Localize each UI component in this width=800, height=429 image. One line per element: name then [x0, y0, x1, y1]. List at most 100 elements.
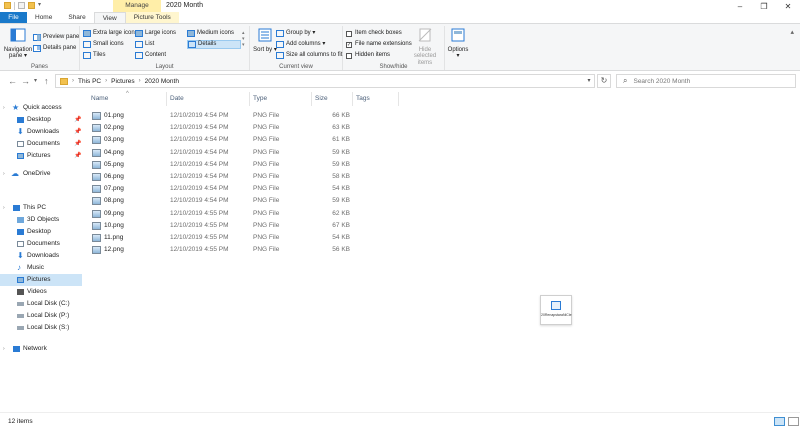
nav-item-label: Local Disk (S:) — [27, 324, 70, 331]
nav-this-pc[interactable]: › This PC — [0, 202, 82, 214]
preview-pane-button[interactable]: Preview pane — [33, 33, 79, 42]
panes-group: Navigation pane ▾ Preview pane Details p… — [0, 26, 80, 70]
table-row[interactable]: 09.png 12/10/2019 4:55 PM PNG File 62 KB — [88, 208, 368, 220]
breadcrumb-pictures[interactable]: Pictures — [111, 78, 134, 85]
new-folder-icon[interactable] — [28, 2, 35, 9]
nav-pc-videos[interactable]: Videos — [0, 286, 82, 298]
layout-small-icons[interactable]: Small icons — [83, 40, 124, 49]
layout-medium-icons[interactable]: Medium icons — [187, 29, 234, 38]
options-button[interactable]: Options ▾ — [447, 28, 469, 60]
nav-network[interactable]: › Network — [0, 343, 82, 355]
sort-by-button[interactable]: Sort by ▾ — [253, 28, 277, 53]
table-row[interactable]: 08.png 12/10/2019 4:54 PM PNG File 59 KB — [88, 195, 368, 207]
layout-tiles[interactable]: Tiles — [83, 51, 105, 60]
properties-icon[interactable] — [18, 2, 25, 9]
item-check-boxes-checkbox[interactable]: Item check boxes — [346, 29, 402, 38]
large-icons-view-icon[interactable] — [788, 417, 799, 426]
layout-large-icons[interactable]: Large icons — [135, 29, 176, 38]
expand-chevron-icon[interactable]: › — [3, 168, 5, 180]
nav-pc-3d-objects[interactable]: 3D Objects — [0, 214, 82, 226]
nav-pc-local-disk-p[interactable]: Local Disk (P:) — [0, 310, 82, 322]
column-header-tags[interactable]: Tags — [353, 92, 399, 106]
navigation-pane-button[interactable]: Navigation pane ▾ — [3, 28, 33, 60]
up-arrow-icon[interactable]: ↑ — [44, 75, 49, 87]
nav-onedrive[interactable]: › ☁ OneDrive — [0, 168, 82, 180]
hidden-items-checkbox[interactable]: Hidden items — [346, 51, 390, 60]
column-header-name[interactable]: Name ^ — [88, 91, 167, 106]
layout-item-label: Medium icons — [197, 30, 235, 36]
table-row[interactable]: 10.png 12/10/2019 4:55 PM PNG File 67 KB — [88, 220, 368, 232]
column-header-type[interactable]: Type — [250, 92, 312, 106]
table-row[interactable]: 02.png 12/10/2019 4:54 PM PNG File 63 KB — [88, 122, 368, 134]
layout-extra-large-icons[interactable]: Extra large icons — [83, 29, 138, 38]
file-name: 04.png — [104, 148, 124, 156]
nav-quick-downloads[interactable]: ⬇ Downloads 📌 — [0, 126, 82, 138]
layout-item-label: Extra large icons — [93, 30, 138, 36]
layout-scroll-chevron-icon[interactable]: ▴ ▾ ▾ — [242, 30, 245, 48]
breadcrumb-separator-icon[interactable]: › — [72, 78, 74, 84]
pin-icon[interactable]: 📌 — [74, 126, 81, 138]
column-header-size[interactable]: Size — [312, 92, 353, 106]
breadcrumb-2020-month[interactable]: 2020 Month — [145, 78, 179, 85]
nav-pc-desktop[interactable]: Desktop — [0, 226, 82, 238]
pin-icon[interactable]: 📌 — [74, 114, 81, 126]
table-row[interactable]: 03.png 12/10/2019 4:54 PM PNG File 61 KB — [88, 134, 368, 146]
column-header-date[interactable]: Date — [167, 92, 250, 106]
nav-pc-local-disk-c[interactable]: Local Disk (C:) — [0, 298, 82, 310]
back-arrow-icon[interactable]: ← — [8, 75, 17, 87]
address-bar[interactable]: › This PC › Pictures › 2020 Month — [55, 74, 595, 88]
table-row[interactable]: 12.png 12/10/2019 4:55 PM PNG File 56 KB — [88, 244, 368, 256]
expand-chevron-icon[interactable]: › — [3, 202, 5, 214]
recent-locations-chevron-icon[interactable]: ▾ — [34, 75, 37, 87]
minimize-button[interactable]: – — [728, 0, 752, 12]
nav-quick-access[interactable]: › ★ Quick access — [0, 102, 82, 114]
pin-icon[interactable]: 📌 — [74, 150, 81, 162]
group-by-button[interactable]: Group by ▾ — [276, 29, 315, 38]
add-columns-button[interactable]: Add columns ▾ — [276, 40, 325, 49]
customize-toolbar-chevron-icon[interactable]: ▾ — [38, 2, 41, 10]
restore-button[interactable]: ❐ — [752, 0, 776, 12]
drive-icon — [17, 302, 24, 306]
close-button[interactable]: ✕ — [776, 0, 800, 12]
table-row[interactable]: 07.png 12/10/2019 4:54 PM PNG File 54 KB — [88, 183, 368, 195]
nav-pc-local-disk-s[interactable]: Local Disk (S:) — [0, 322, 82, 334]
nav-quick-desktop[interactable]: Desktop 📌 — [0, 114, 82, 126]
forward-arrow-icon[interactable]: → — [21, 75, 30, 87]
pin-icon[interactable]: 📌 — [74, 138, 81, 150]
expand-chevron-icon[interactable]: › — [3, 102, 5, 114]
breadcrumb-separator-icon[interactable]: › — [105, 78, 107, 84]
size-all-columns-button[interactable]: Size all columns to fit — [276, 51, 342, 60]
breadcrumb-this-pc[interactable]: This PC — [78, 78, 101, 85]
nav-quick-documents[interactable]: Documents 📌 — [0, 138, 82, 150]
image-file-icon — [551, 301, 561, 310]
file-name-extensions-checkbox[interactable]: ✓ File name extensions — [346, 40, 412, 49]
table-row[interactable]: 05.png 12/10/2019 4:54 PM PNG File 59 KB — [88, 159, 368, 171]
collapse-ribbon-chevron-icon[interactable]: ▴ — [790, 28, 794, 36]
videos-icon — [17, 289, 24, 295]
search-box[interactable]: ⌕ Search 2020 Month — [616, 74, 796, 88]
table-row[interactable]: 06.png 12/10/2019 4:54 PM PNG File 58 KB — [88, 171, 368, 183]
layout-content[interactable]: Content — [135, 51, 166, 60]
png-file-icon — [92, 112, 101, 120]
breadcrumb-separator-icon[interactable]: › — [139, 78, 141, 84]
nav-quick-pictures[interactable]: Pictures 📌 — [0, 150, 82, 162]
computer-icon — [13, 205, 20, 211]
layout-list[interactable]: List — [135, 40, 154, 49]
hide-selected-items-button[interactable]: Hide selected items — [408, 28, 442, 66]
png-file-icon — [92, 160, 101, 169]
table-row[interactable]: 01.png 12/10/2019 4:54 PM PNG File 66 KB — [88, 110, 368, 122]
nav-pc-downloads[interactable]: ⬇ Downloads — [0, 250, 82, 262]
nav-pc-documents[interactable]: Documents — [0, 238, 82, 250]
layout-details[interactable]: Details — [187, 40, 241, 49]
details-pane-button[interactable]: Details pane — [33, 44, 76, 53]
manage-tab[interactable]: Manage — [113, 0, 161, 12]
downloads-icon: ⬇ — [17, 251, 24, 260]
refresh-icon[interactable]: ↻ — [597, 74, 611, 88]
address-dropdown-chevron-icon[interactable]: ▾ — [583, 74, 595, 88]
table-row[interactable]: 11.png 12/10/2019 4:55 PM PNG File 54 KB — [88, 232, 368, 244]
nav-pc-pictures[interactable]: Pictures — [0, 274, 82, 286]
table-row[interactable]: 04.png 12/10/2019 4:54 PM PNG File 59 KB — [88, 147, 368, 159]
expand-chevron-icon[interactable]: › — [3, 343, 5, 355]
nav-pc-music[interactable]: ♪ Music — [0, 262, 82, 274]
details-view-icon[interactable] — [774, 417, 785, 426]
